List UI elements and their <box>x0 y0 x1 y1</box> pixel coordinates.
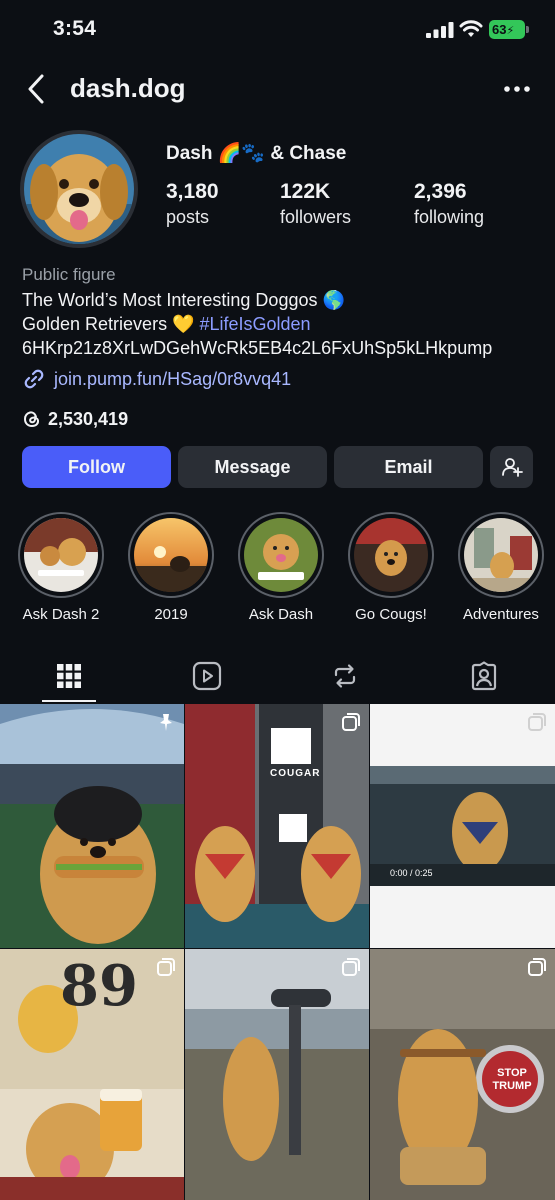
highlight-cover <box>354 518 428 592</box>
carousel-icon <box>342 713 360 731</box>
reels-icon <box>192 661 222 691</box>
grid-post[interactable]: 0:00 / 0:25 <box>370 704 555 948</box>
highlight-go-cougs[interactable]: Go Cougs! <box>341 512 441 623</box>
cellular-signal-icon <box>426 22 454 38</box>
highlight-cover <box>244 518 318 592</box>
stat-posts-value: 3,180 <box>166 180 219 203</box>
bio-line-2: Golden Retrievers 💛 #LifeIsGolden <box>22 312 542 336</box>
carousel-icon <box>157 958 175 976</box>
stat-posts[interactable]: 3,180 posts <box>166 180 219 228</box>
battery-level: 63 <box>492 22 507 37</box>
highlight-ring <box>128 512 214 598</box>
highlight-ring <box>238 512 324 598</box>
profile-bio: Public figure The World’s Most Interesti… <box>22 264 542 360</box>
highlight-cover <box>134 518 208 592</box>
profile-avatar-ring[interactable] <box>20 130 138 248</box>
status-time: 3:54 <box>53 17 97 40</box>
highlight-ask-dash[interactable]: Ask Dash <box>231 512 331 623</box>
profile-username: dash.dog <box>70 73 186 103</box>
tagged-person-icon <box>471 661 497 691</box>
post-thumbnail <box>185 949 369 1200</box>
highlight-2019[interactable]: 2019 <box>121 512 221 623</box>
video-time-readout: 0:00 / 0:25 <box>390 868 433 878</box>
profile-category: Public figure <box>22 265 116 284</box>
tab-reposts[interactable] <box>325 656 365 696</box>
highlight-ask-dash-2[interactable]: Ask Dash 2 <box>11 512 111 623</box>
tab-reels[interactable] <box>187 656 227 696</box>
tab-posts-grid[interactable] <box>49 656 89 696</box>
threads-count: 2,530,419 <box>48 408 129 429</box>
bio-hashtag[interactable]: #LifeIsGolden <box>199 314 310 334</box>
highlight-ring <box>18 512 104 598</box>
grid-post[interactable] <box>0 704 184 948</box>
profile-link-text[interactable]: join.pump.fun/HSag/0r8vvq41 <box>54 369 291 390</box>
follow-button[interactable]: Follow <box>22 446 171 488</box>
stat-following[interactable]: 2,396 following <box>414 180 484 228</box>
profile-display-name: Dash 🌈🐾 & Chase <box>166 143 347 164</box>
threads-badge[interactable]: 2,530,419 <box>22 406 128 432</box>
tab-tagged[interactable] <box>464 656 504 696</box>
post-thumbnail <box>0 704 184 948</box>
post-thumbnail <box>185 704 369 948</box>
grid-post[interactable]: COUGAR <box>185 704 369 948</box>
stat-following-label: following <box>414 207 485 227</box>
repost-icon <box>334 664 356 688</box>
stat-posts-label: posts <box>166 207 210 227</box>
stat-followers-label: followers <box>280 207 352 227</box>
grid-post[interactable]: STOP TRUMP <box>370 949 555 1200</box>
grid-post[interactable] <box>185 949 369 1200</box>
profile-avatar <box>24 134 134 244</box>
highlight-ring <box>458 512 544 598</box>
message-button[interactable]: Message <box>178 446 327 488</box>
highlight-adventures[interactable]: Adventures <box>451 512 551 623</box>
pinned-icon <box>160 714 172 731</box>
highlight-label: 2019 <box>154 606 188 623</box>
post-thumbnail <box>370 704 555 948</box>
stat-followers-value: 122K <box>280 180 331 203</box>
link-icon <box>24 369 44 389</box>
wifi-icon <box>459 20 483 37</box>
post-sign-text: COUGAR <box>270 768 321 779</box>
highlight-cover <box>464 518 538 592</box>
suggest-people-button[interactable] <box>490 446 533 488</box>
active-tab-indicator <box>42 700 96 702</box>
status-bar: 3:54 63⚡ <box>0 0 555 60</box>
post-sign-text: STOP TRUMP <box>492 1067 532 1092</box>
bio-line-2-text: Golden Retrievers 💛 <box>22 314 200 334</box>
profile-link[interactable]: join.pump.fun/HSag/0r8vvq41 <box>22 366 291 392</box>
threads-icon <box>23 411 40 428</box>
highlight-cover <box>24 518 98 592</box>
stat-following-value: 2,396 <box>414 180 467 203</box>
stat-followers[interactable]: 122K followers <box>280 180 351 228</box>
highlight-label: Ask Dash 2 <box>22 606 100 623</box>
battery-icon: 63⚡ <box>489 20 525 39</box>
carousel-icon <box>528 958 546 976</box>
posts-grid: COUGAR 0:00 / 0:25 89 STOP TRUMP <box>0 704 555 1200</box>
battery-tip <box>526 26 529 33</box>
highlight-label: Adventures <box>463 606 539 623</box>
email-button[interactable]: Email <box>334 446 483 488</box>
grid-icon <box>57 664 81 688</box>
highlight-label: Ask Dash <box>248 606 314 623</box>
bio-line-3: 6HKrp21z8XrLwDGehWcRk5EB4c2L6FxUhSp5kLHk… <box>22 338 493 358</box>
post-sign-text: 89 <box>60 953 138 1019</box>
more-options-icon[interactable] <box>500 78 534 100</box>
carousel-icon <box>342 958 360 976</box>
back-chevron-icon[interactable] <box>22 72 52 106</box>
bio-line-1: The World’s Most Interesting Doggos 🌎 <box>22 290 345 310</box>
highlight-ring <box>348 512 434 598</box>
highlight-label: Go Cougs! <box>355 606 427 623</box>
add-person-icon <box>501 458 523 477</box>
grid-post[interactable]: 89 <box>0 949 184 1200</box>
carousel-icon <box>528 713 546 731</box>
